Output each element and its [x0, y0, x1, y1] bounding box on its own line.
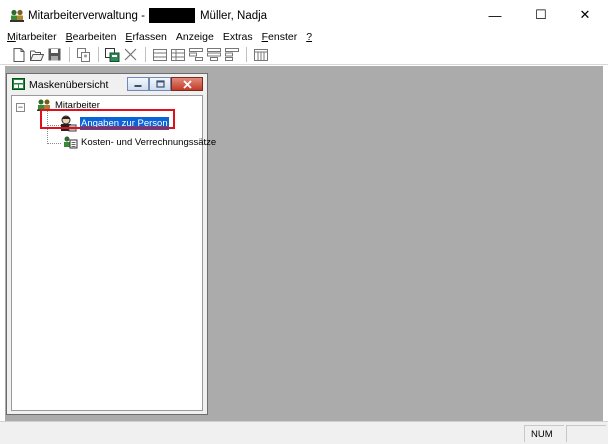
- title-bar: Mitarbeiterverwaltung - Müller, Nadja — …: [0, 0, 608, 30]
- menu-bar: Mitarbeiter Bearbeiten Erfassen Anzeige …: [0, 30, 608, 44]
- highlight-annotation-box: [40, 109, 175, 129]
- menu-fenster[interactable]: Fenster: [262, 31, 298, 43]
- split-view-icon: [224, 48, 239, 61]
- child-maximize-button[interactable]: [149, 77, 171, 91]
- maximize-icon: [155, 80, 165, 88]
- toolbar-separator: [246, 47, 247, 62]
- app-icon: [10, 9, 24, 22]
- save-button[interactable]: [46, 46, 63, 63]
- form-view-button[interactable]: [187, 46, 204, 63]
- mask-overview-window: Maskenübersicht − Mitarbeiter Angaben zu…: [6, 73, 216, 415]
- status-empty-cell: [566, 425, 606, 442]
- list-view-icon: [206, 48, 221, 61]
- menu-erfassen[interactable]: Erfassen: [125, 31, 166, 43]
- table-view-icon: [170, 48, 185, 61]
- menu-extras[interactable]: Extras: [223, 31, 253, 43]
- toolbar-separator: [145, 47, 146, 62]
- copy-record-icon: [76, 47, 90, 62]
- child-minimize-button[interactable]: [127, 77, 149, 91]
- save-disk-icon: [48, 48, 61, 61]
- redacted-block: [148, 8, 195, 23]
- close-button[interactable]: ✕: [562, 0, 608, 30]
- toolbar-separator: [69, 47, 70, 62]
- close-icon: [182, 79, 192, 89]
- open-button[interactable]: [28, 46, 45, 63]
- menu-bearbeiten[interactable]: Bearbeiten: [66, 31, 117, 43]
- mask-overview-icon: [12, 78, 25, 90]
- delete-button[interactable]: [122, 46, 139, 63]
- open-folder-icon: [29, 50, 44, 61]
- minimize-icon: [134, 85, 142, 87]
- status-num-indicator: NUM: [524, 425, 564, 442]
- menu-anzeige[interactable]: Anzeige: [176, 31, 214, 43]
- menu-help[interactable]: ?: [306, 31, 312, 43]
- child-title-bar[interactable]: Maskenübersicht: [7, 74, 207, 94]
- maximize-button[interactable]: ☐: [518, 0, 564, 30]
- new-window-icon: [105, 47, 120, 62]
- new-document-button[interactable]: [10, 46, 27, 63]
- table-view-button[interactable]: [169, 46, 186, 63]
- copy-record-button[interactable]: [75, 46, 92, 63]
- split-view-button[interactable]: [223, 46, 240, 63]
- tree-item-kosten-und-verrechnungssaetze[interactable]: Kosten- und Verrechnungssätze: [62, 136, 216, 149]
- toolbar-separator: [98, 47, 99, 62]
- grid-view-button[interactable]: [151, 46, 168, 63]
- toolbar: [0, 45, 608, 65]
- costs-icon: [64, 136, 78, 149]
- tree-label: Kosten- und Verrechnungssätze: [81, 137, 217, 148]
- delete-icon: [124, 48, 137, 61]
- columns-view-icon: [253, 48, 268, 61]
- minimize-icon: —: [488, 7, 502, 23]
- columns-view-button[interactable]: [252, 46, 269, 63]
- status-bar: NUM: [0, 421, 608, 444]
- window-title: Mitarbeiterverwaltung - Müller, Nadja: [28, 8, 267, 23]
- window-title-prefix: Mitarbeiterverwaltung -: [28, 9, 145, 22]
- child-window-title: Maskenübersicht: [29, 79, 109, 91]
- menu-mitarbeiter[interactable]: Mitarbeiter: [7, 31, 57, 43]
- window-title-name: Müller, Nadja: [199, 9, 268, 22]
- tree-expander[interactable]: −: [16, 103, 25, 112]
- list-view-button[interactable]: [205, 46, 222, 63]
- form-view-icon: [188, 48, 203, 61]
- tree-connector: [47, 143, 61, 144]
- grid-view-icon: [152, 48, 167, 61]
- child-close-button[interactable]: [171, 77, 203, 91]
- maximize-icon: ☐: [535, 7, 547, 22]
- minimize-button[interactable]: —: [472, 0, 518, 30]
- new-window-button[interactable]: [104, 46, 121, 63]
- mask-tree: − Mitarbeiter Angaben zur Person Kosten-…: [11, 95, 216, 411]
- close-icon: ✕: [579, 7, 591, 22]
- new-document-icon: [13, 47, 24, 62]
